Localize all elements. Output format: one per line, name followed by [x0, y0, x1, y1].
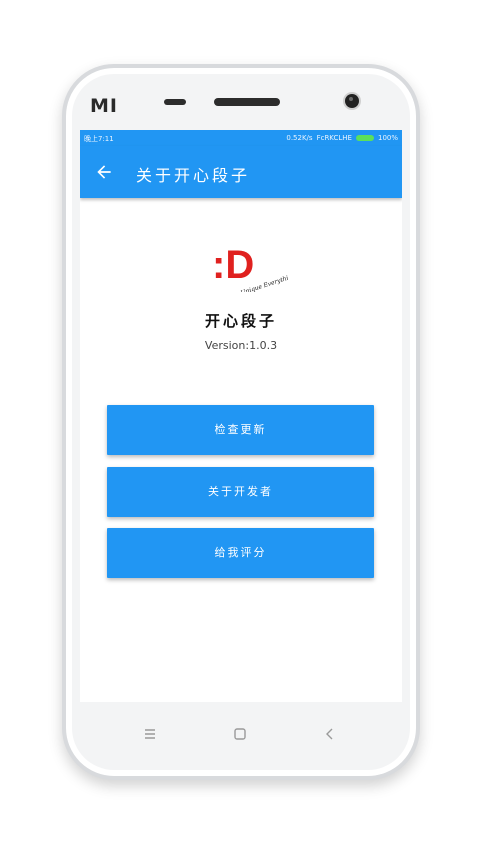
front-camera	[345, 94, 359, 108]
about-developer-button[interactable]: 关于开发者	[107, 467, 374, 517]
app-logo: :D Unique Everything	[212, 243, 288, 292]
battery-level: 100%	[377, 134, 398, 142]
page-title: 关于开心段子	[136, 166, 251, 185]
carrier-name: FcRKCLHE	[316, 134, 352, 142]
network-speed: 0.52K/s	[286, 134, 313, 142]
check-update-button[interactable]: 检查更新	[107, 405, 374, 455]
app-name: 开心段子	[204, 312, 277, 330]
battery-icon	[355, 135, 374, 141]
brand-logo: MI	[90, 95, 118, 117]
screen: 晚上7:11 0.52K/s FcRKCLHE 100% 关于开心段子 :D U…	[80, 130, 402, 702]
menu-icon[interactable]	[140, 724, 160, 744]
back-icon[interactable]	[320, 724, 340, 744]
home-icon[interactable]	[230, 724, 250, 744]
app-version: Version:1.0.3	[204, 339, 278, 352]
nav-bar	[80, 710, 402, 758]
status-time: 晚上7:11	[84, 135, 114, 143]
arrow-left-icon[interactable]	[94, 162, 114, 182]
status-bar: 晚上7:11 0.52K/s FcRKCLHE 100%	[80, 130, 402, 146]
earpiece-speaker	[214, 98, 280, 106]
rate-app-button[interactable]: 给我评分	[107, 528, 374, 578]
status-indicators: 0.52K/s FcRKCLHE 100%	[286, 134, 398, 142]
logo-text: :D	[212, 243, 254, 287]
sensor	[164, 99, 186, 105]
app-bar: 关于开心段子	[80, 146, 402, 198]
